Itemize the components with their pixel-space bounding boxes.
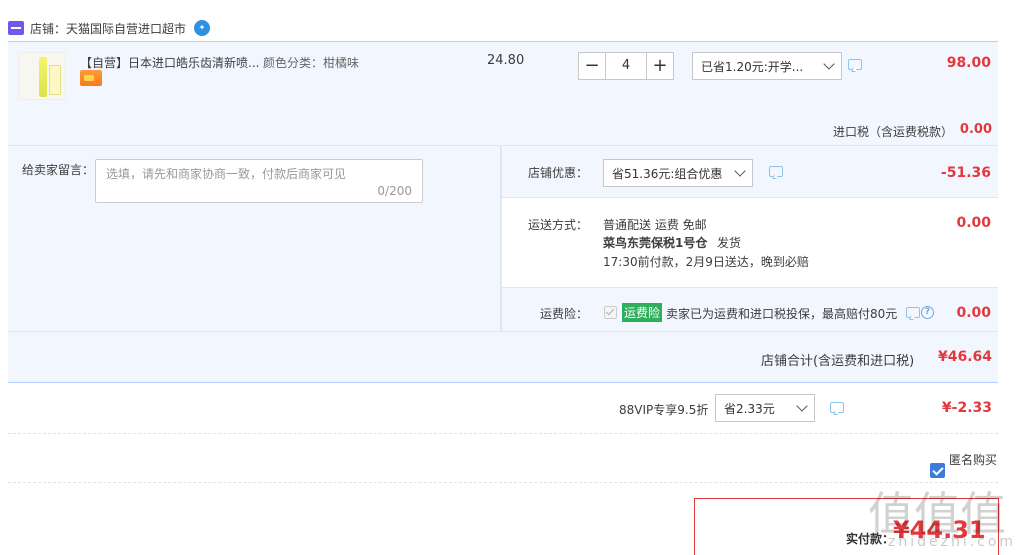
sku-value: 柑橘味 — [323, 56, 360, 70]
shop-discount-label: 店铺优惠： — [528, 166, 589, 180]
divider — [8, 482, 998, 483]
product-thumbnail[interactable] — [18, 52, 66, 100]
item-subtotal: 98.00 — [946, 55, 991, 71]
item-promo-select[interactable]: 已省1.20元:开学... — [692, 52, 842, 80]
shipping-warehouse: 菜鸟东莞保税1号仓 — [603, 236, 708, 250]
message-placeholder: 选填，请先和商家协商一致，付款后商家可见 — [106, 167, 347, 181]
shop-label: 店铺： — [30, 21, 67, 36]
vip-label: 88VIP专享9.5折 — [619, 403, 709, 417]
anonymous-label[interactable]: 匿名购买 — [949, 451, 997, 468]
shop-discount-select[interactable]: 省51.36元:组合优惠 — [603, 159, 753, 187]
sku-label: 颜色分类： — [263, 56, 324, 70]
shop-name[interactable]: 天猫国际自营进口超市 — [66, 20, 186, 37]
message-counter: 0/200 — [377, 184, 412, 198]
shop-total-label: 店铺合计(含运费和进口税) — [761, 354, 915, 369]
divider — [8, 433, 998, 434]
anonymous-checkbox[interactable] — [930, 463, 945, 478]
chevron-down-icon — [823, 58, 835, 70]
insurance-label: 运费险： — [540, 307, 589, 321]
shipping-value: 0.00 — [956, 215, 991, 231]
insurance-tag: 运费险 — [622, 303, 663, 322]
help-icon[interactable]: ? — [921, 306, 934, 319]
shop-icon — [8, 21, 24, 35]
chevron-down-icon — [734, 165, 746, 177]
shipping-row — [502, 197, 998, 287]
shop-total-value: ¥46.64 — [937, 349, 992, 365]
quantity-input[interactable]: 4 — [606, 52, 646, 80]
card-icon — [80, 70, 102, 86]
quantity-stepper[interactable]: − 4 + — [578, 52, 674, 80]
shipping-eta: 17:30前付款，2月9日送达，晚到必赔 — [603, 255, 809, 269]
insurance-checkbox — [604, 306, 617, 319]
vip-note-icon[interactable] — [830, 402, 844, 413]
shop-discount-value: -51.36 — [940, 165, 991, 181]
item-promo-note-icon[interactable] — [848, 59, 862, 70]
vip-select[interactable]: 省2.33元 — [715, 394, 815, 422]
message-textarea[interactable]: 选填，请先和商家协商一致，付款后商家可见 0/200 — [95, 159, 423, 203]
vip-value: ¥-2.33 — [941, 400, 992, 416]
unit-price: 24.80 — [487, 53, 525, 68]
shipping-ship-text: 发货 — [717, 236, 742, 250]
increase-button[interactable]: + — [646, 52, 674, 80]
insurance-value: 0.00 — [956, 305, 991, 321]
vip-selected: 省2.33元 — [724, 401, 775, 416]
shop-discount-note-icon[interactable] — [769, 166, 783, 177]
message-label: 给卖家留言： — [22, 163, 95, 177]
shop-header: 店铺： 天猫国际自营进口超市 ✦ — [8, 16, 211, 40]
shipping-method: 普通配送 运费 免邮 — [603, 218, 707, 232]
shipping-label: 运送方式： — [528, 218, 589, 232]
chevron-down-icon — [796, 400, 808, 412]
shop-discount-selected: 省51.36元:组合优惠 — [612, 166, 723, 181]
product-title[interactable]: 【自营】日本进口皓乐齿清新喷... — [80, 54, 270, 71]
watermark-url: zhidezhi.com — [888, 534, 1016, 550]
insurance-text: 卖家已为运费和进口税投保，最高赔付80元 — [666, 307, 898, 321]
item-promo-value: 已省1.20元:开学... — [701, 59, 804, 74]
wangwang-chat-icon[interactable]: ✦ — [194, 20, 211, 36]
decrease-button[interactable]: − — [578, 52, 606, 80]
import-tax-label: 进口税（含运费税款） — [833, 125, 954, 139]
insurance-note-icon[interactable] — [906, 307, 920, 318]
import-tax-value: 0.00 — [959, 122, 992, 137]
